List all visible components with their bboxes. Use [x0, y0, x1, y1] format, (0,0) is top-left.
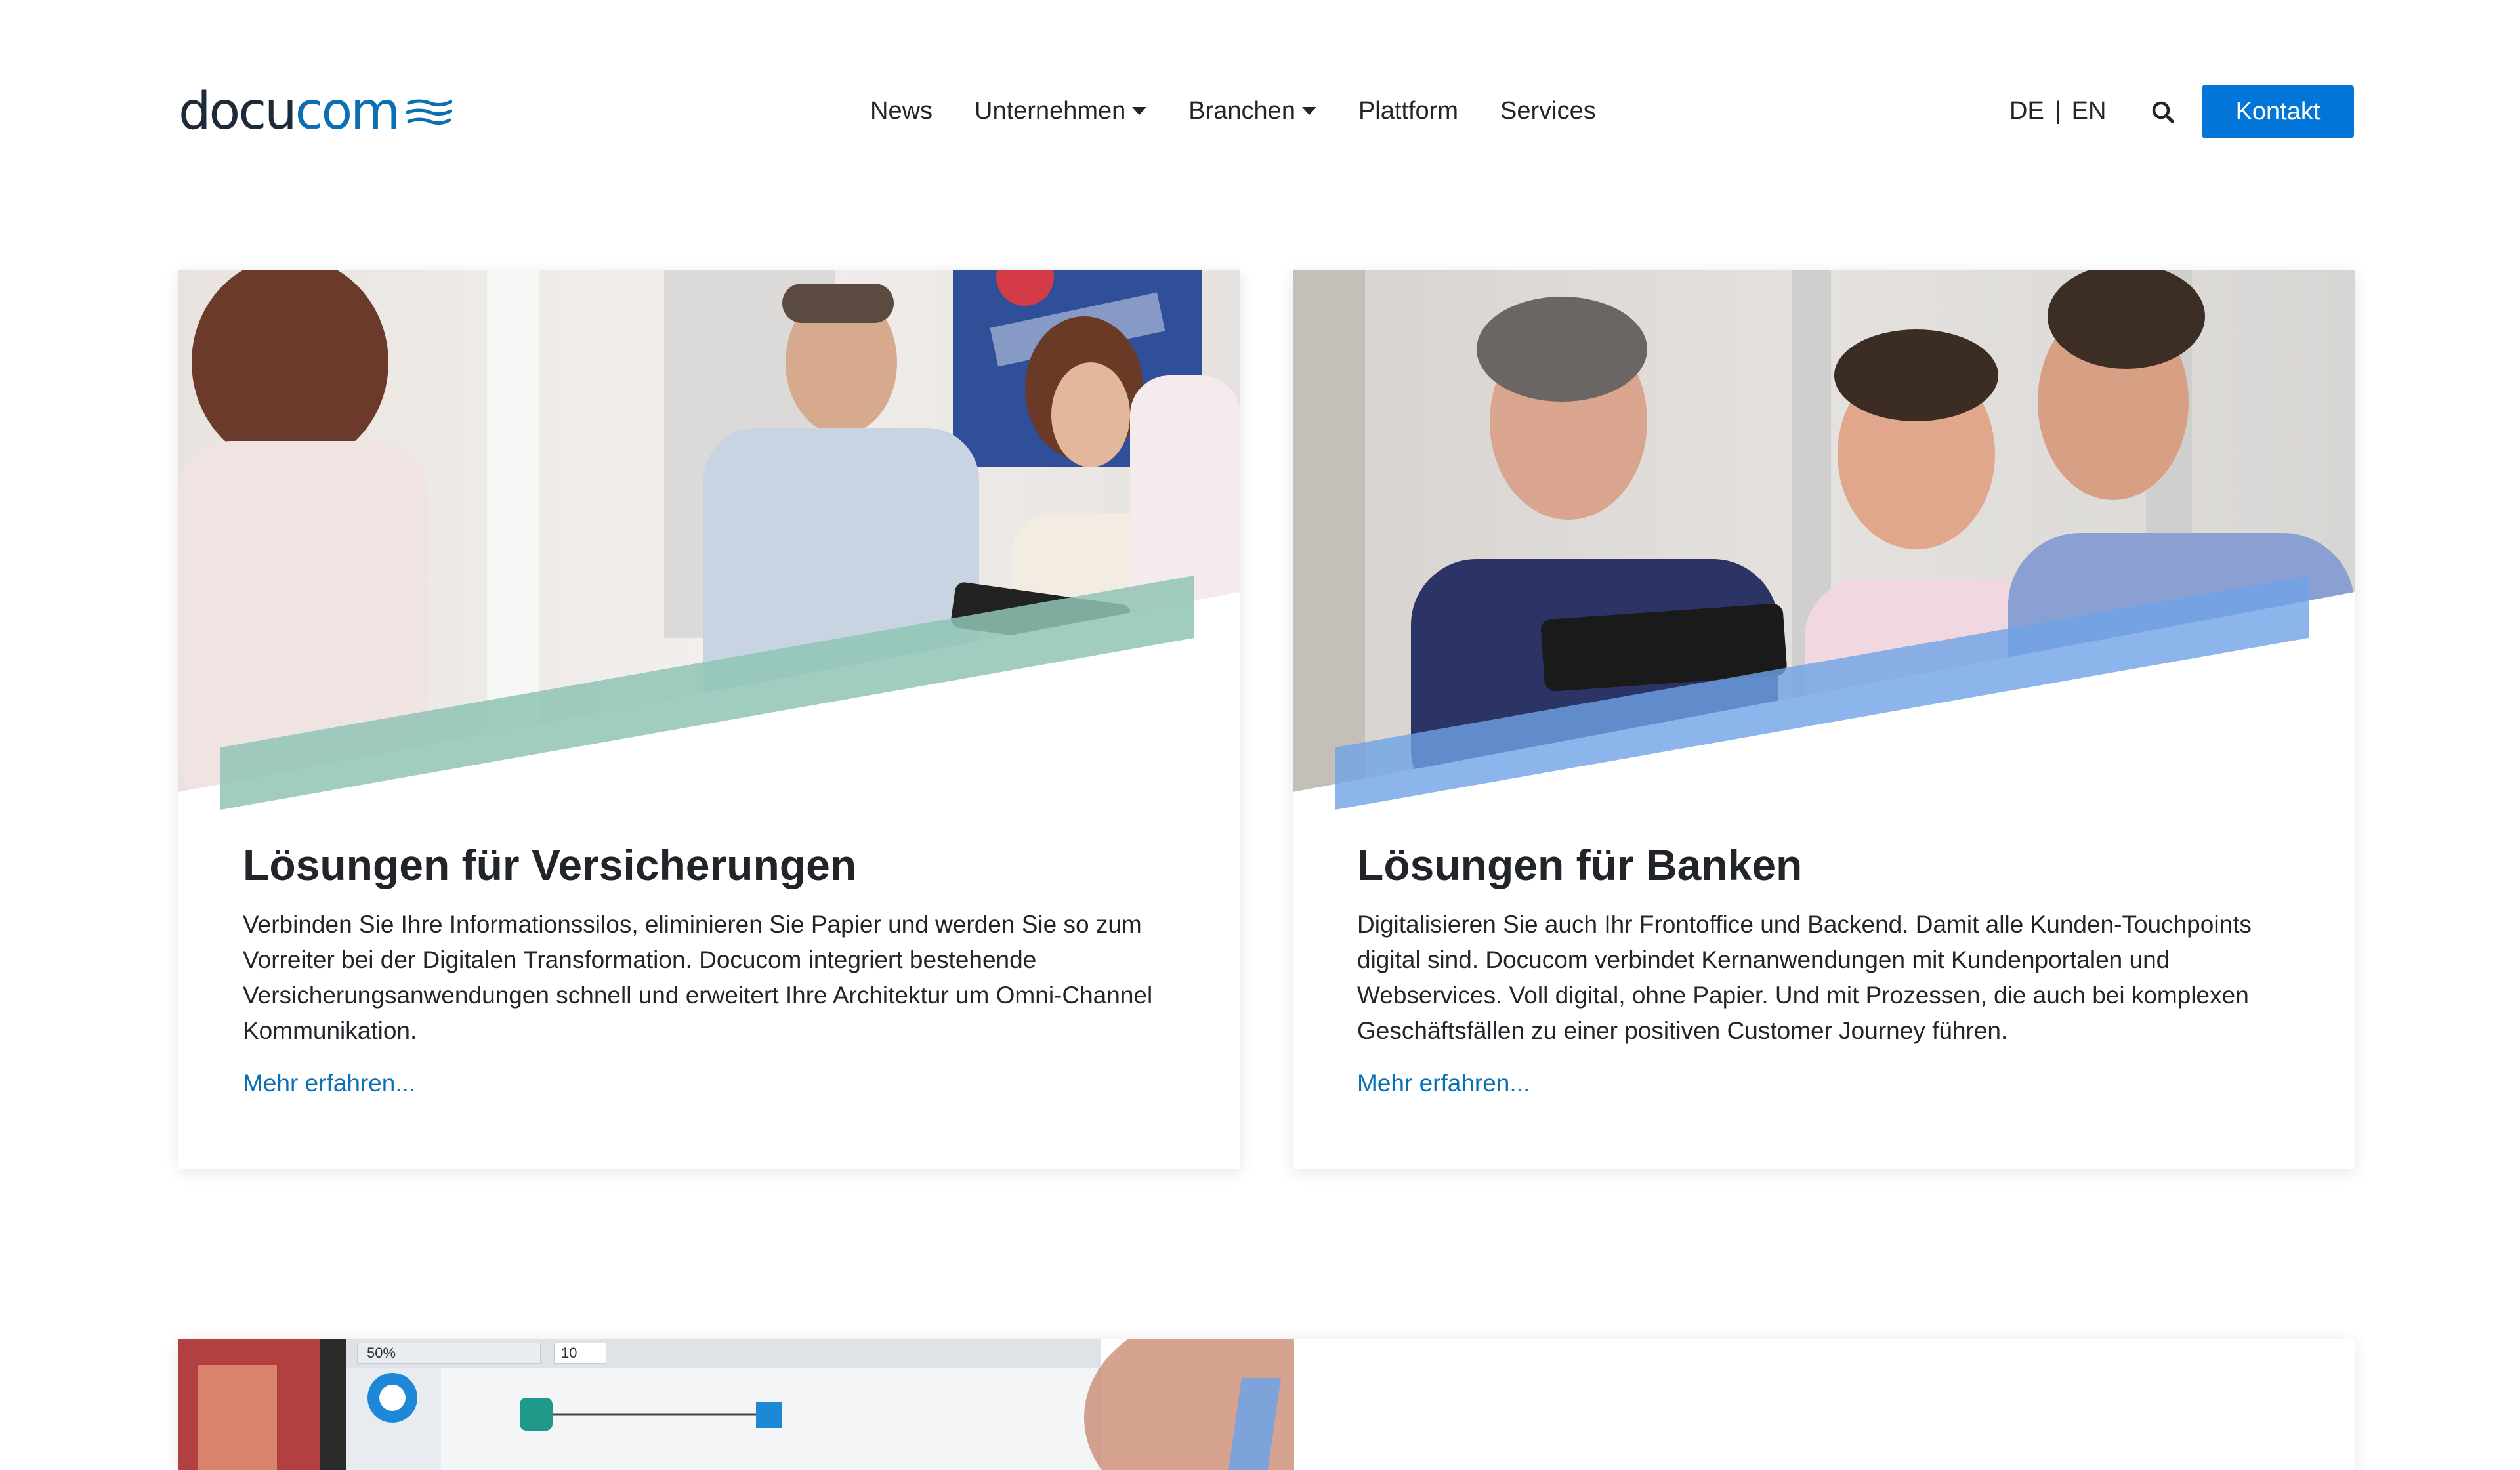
card-description: Digitalisieren Sie auch Ihr Frontoffice … [1357, 911, 2252, 1044]
more-link[interactable]: Mehr erfahren... [243, 1070, 415, 1097]
lang-de-link[interactable]: DE [2009, 97, 2044, 125]
caret-down-icon [1132, 107, 1147, 115]
card-title: Lösungen für Versicherungen [243, 841, 857, 889]
logo-wordmark: docucom [178, 82, 400, 141]
language-switcher: DE | EN [2009, 94, 2106, 127]
nav-item-news[interactable]: News [870, 97, 933, 125]
site-header: docucom News Unternehmen Branchen Plattf… [0, 0, 2520, 223]
lang-separator: | [2054, 96, 2061, 125]
card-title: Lösungen für Banken [1357, 841, 1803, 889]
platform-card: 50% 10 [178, 1339, 2355, 1470]
logo-waves-icon [406, 99, 453, 125]
team-photo-image [1293, 270, 2355, 815]
nav-item-unternehmen[interactable]: Unternehmen [975, 97, 1147, 125]
contact-button[interactable]: Kontakt [2202, 85, 2354, 138]
docucom-logo[interactable]: docucom [178, 82, 453, 141]
lang-en-link[interactable]: EN [2072, 97, 2107, 125]
card-description: Verbinden Sie Ihre Informationssilos, el… [243, 911, 1153, 1044]
platform-screenshot-image [178, 1339, 1294, 1470]
nav-item-branchen[interactable]: Branchen [1188, 97, 1316, 125]
search-icon[interactable] [2150, 99, 2176, 125]
quantity-stepper[interactable]: 10 [554, 1343, 606, 1364]
caret-down-icon [1301, 107, 1316, 115]
zoom-select[interactable]: 50% [357, 1343, 541, 1364]
nav-item-services[interactable]: Services [1500, 97, 1596, 125]
nav-item-plattform[interactable]: Plattform [1358, 97, 1458, 125]
main-navigation: News Unternehmen Branchen Plattform Serv… [870, 94, 1596, 127]
solution-card-banks: Lösungen für Banken Digitalisieren Sie a… [1293, 270, 2355, 1169]
solution-card-insurance: Lösungen für Versicherungen Verbinden Si… [178, 270, 1240, 1169]
team-photo-image [178, 270, 1240, 815]
more-link[interactable]: Mehr erfahren... [1357, 1070, 1530, 1097]
